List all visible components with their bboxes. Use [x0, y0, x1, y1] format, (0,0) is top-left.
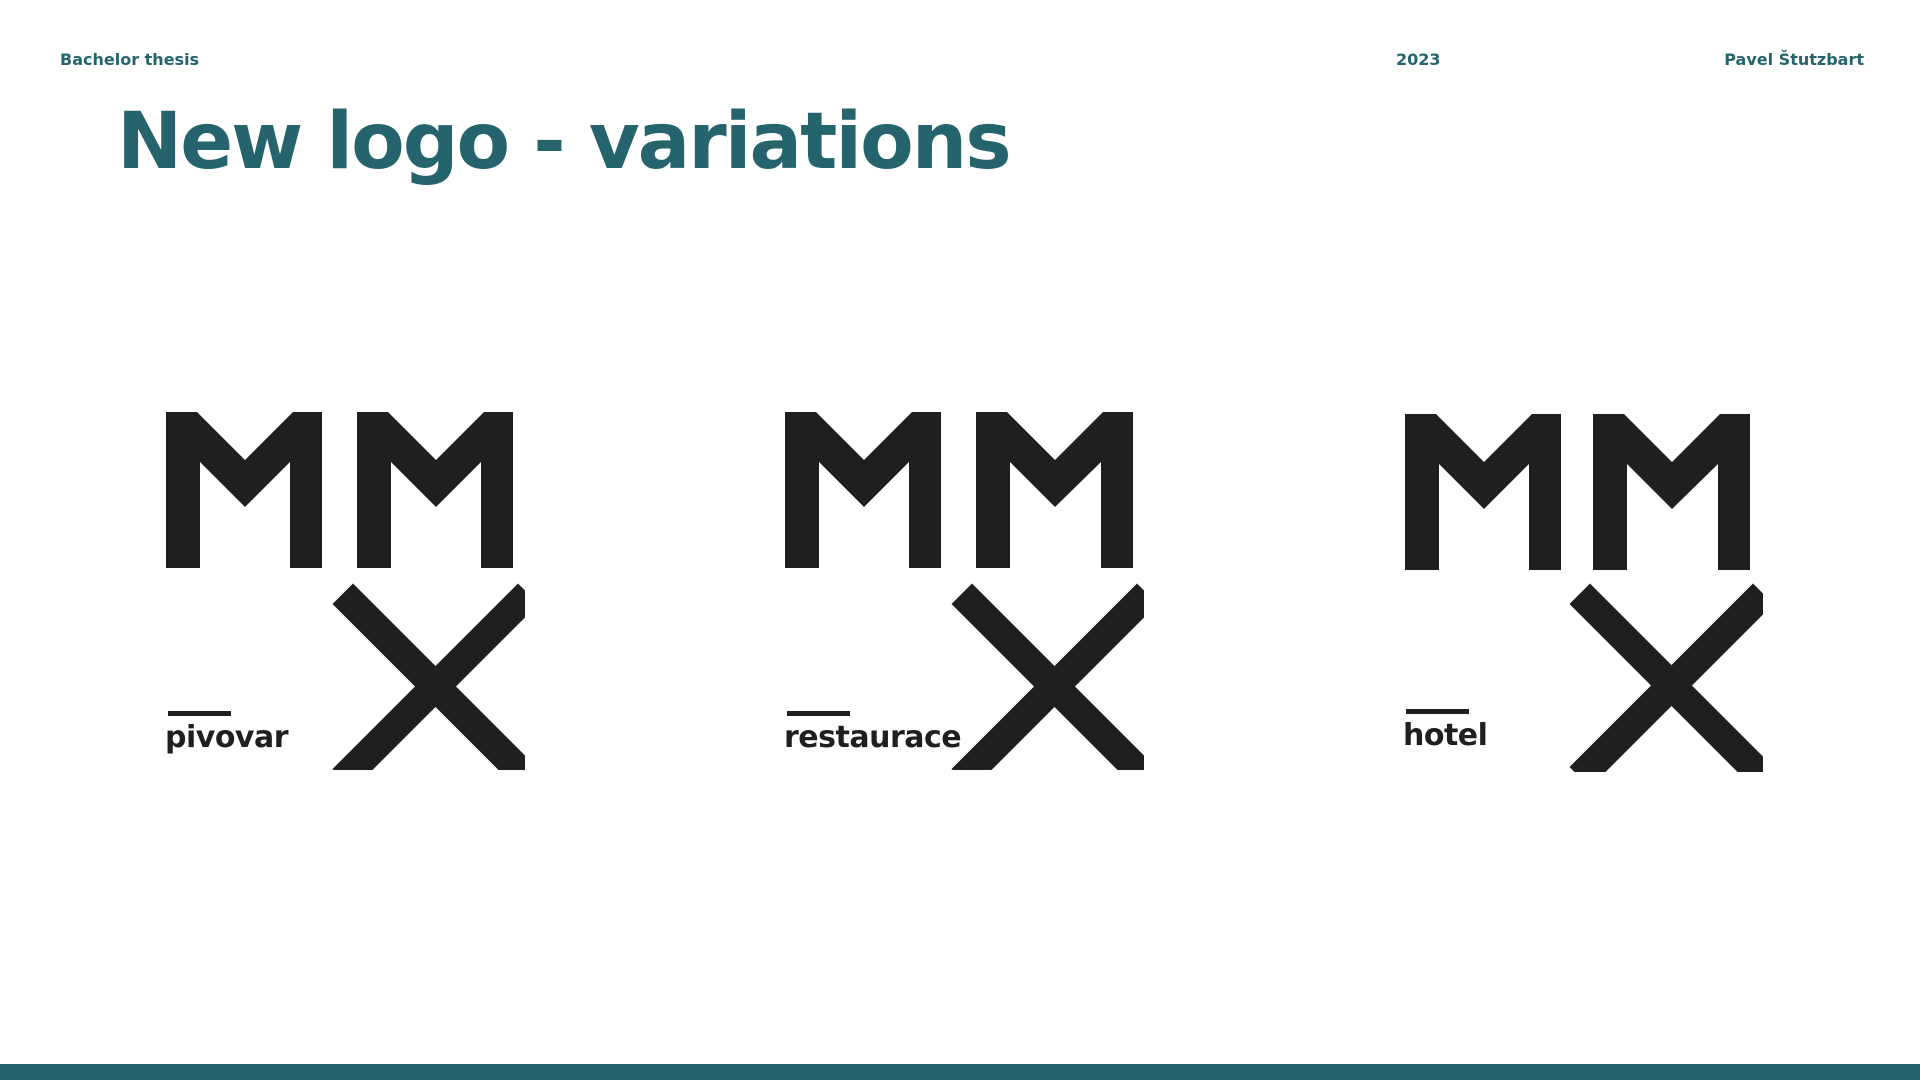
page-title: New logo - variations [117, 97, 1012, 187]
letter-m-left [785, 412, 941, 568]
mmx-logo-mark [785, 412, 1144, 770]
letter-m-right [976, 412, 1133, 568]
letter-m-right [1593, 414, 1750, 570]
letter-m-right [357, 412, 513, 568]
label-rule [168, 711, 231, 716]
header-author: Pavel Štutzbart [1724, 50, 1864, 69]
header-year: 2023 [1396, 50, 1441, 69]
logo-label-hotel: hotel [1403, 718, 1488, 753]
logo-variation-restaurace: restaurace [784, 410, 1144, 770]
logo-label-restaurace: restaurace [784, 720, 962, 755]
header-thesis-label: Bachelor thesis [60, 50, 200, 69]
mmx-logo-mark [166, 412, 525, 770]
label-rule [1406, 709, 1469, 714]
label-rule [787, 711, 850, 716]
letter-m-left [1405, 414, 1561, 570]
footer-accent-bar [0, 1064, 1920, 1080]
logo-label-pivovar: pivovar [165, 720, 289, 755]
letter-m-left [166, 412, 322, 568]
logo-variation-pivovar: pivovar [165, 410, 525, 770]
logo-variation-hotel: hotel [1403, 412, 1763, 772]
